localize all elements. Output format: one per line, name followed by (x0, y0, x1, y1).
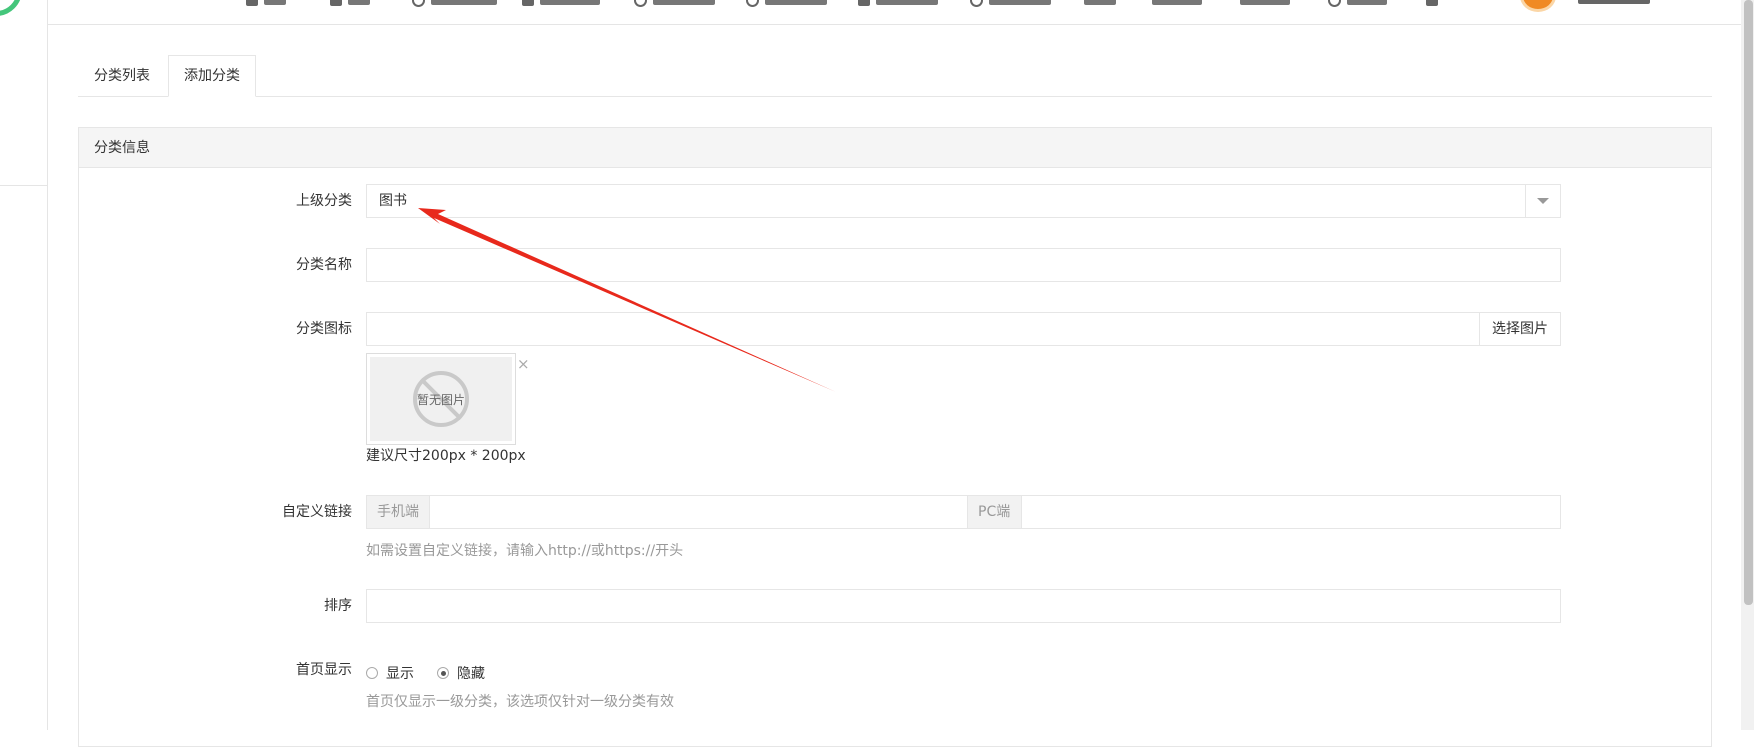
nav-item-4[interactable] (522, 0, 600, 9)
select-image-button[interactable]: 选择图片 (1479, 312, 1561, 346)
pc-addon: PC端 (967, 495, 1022, 529)
custom-link-hint: 如需设置自定义链接，请输入http://或https://开头 (366, 543, 684, 559)
nav-item-8[interactable] (970, 0, 1051, 9)
no-image-text: 暂无图片 (417, 392, 466, 407)
remove-image-icon[interactable]: × (517, 355, 530, 373)
scrollbar-thumb[interactable] (1744, 0, 1753, 605)
sort-label: 排序 (324, 598, 352, 614)
pc-link-input[interactable] (1021, 495, 1561, 529)
category-name-input[interactable] (366, 248, 1561, 282)
category-icon-input[interactable] (366, 312, 1480, 346)
nav-item-10[interactable] (1152, 0, 1202, 9)
nav-item-6[interactable] (746, 0, 827, 9)
tab-add-category[interactable]: 添加分类 (168, 55, 256, 97)
homepage-display-hint: 首页仅显示一级分类，该选项仅针对一级分类有效 (366, 694, 674, 710)
nav-item-3[interactable] (412, 0, 497, 9)
radio-show-label: 显示 (386, 666, 414, 682)
nav-item-2[interactable] (330, 0, 370, 9)
mobile-link-input[interactable] (429, 495, 968, 529)
tab-category-list[interactable]: 分类列表 (79, 55, 165, 97)
username-text[interactable] (1578, 0, 1650, 4)
sort-input[interactable] (366, 589, 1561, 623)
category-icon-label: 分类图标 (296, 321, 352, 337)
parent-category-label: 上级分类 (296, 193, 352, 209)
no-image-icon: 暂无图片 (413, 371, 469, 427)
radio-hide-label: 隐藏 (457, 666, 485, 682)
nav-item-13[interactable] (1426, 0, 1438, 9)
radio-show-circle[interactable] (366, 667, 378, 679)
homepage-display-label: 首页显示 (296, 662, 352, 678)
radio-show[interactable]: 显示 (366, 663, 414, 683)
nav-item-5[interactable] (634, 0, 715, 9)
nav-item-9[interactable] (1084, 0, 1116, 9)
nav-item-11[interactable] (1240, 0, 1290, 9)
nav-item-12[interactable] (1328, 0, 1387, 9)
custom-link-label: 自定义链接 (282, 504, 352, 520)
sidebar-divider (0, 185, 47, 186)
nav-item-1[interactable] (246, 0, 286, 9)
chevron-down-icon[interactable] (1525, 185, 1560, 217)
parent-category-select[interactable]: 图书 (366, 184, 1561, 218)
parent-category-value: 图书 (379, 193, 407, 209)
card-title: 分类信息 (79, 128, 1711, 168)
tabs-underline (78, 96, 1712, 97)
mobile-addon: 手机端 (366, 495, 430, 529)
nav-item-7[interactable] (858, 0, 938, 9)
left-sidebar-strip (0, 0, 48, 730)
image-placeholder: 暂无图片 (370, 357, 512, 441)
category-name-label: 分类名称 (296, 257, 352, 273)
image-size-hint: 建议尺寸200px * 200px (366, 448, 526, 464)
radio-hide[interactable]: 隐藏 (437, 663, 485, 683)
radio-hide-circle[interactable] (437, 667, 449, 679)
